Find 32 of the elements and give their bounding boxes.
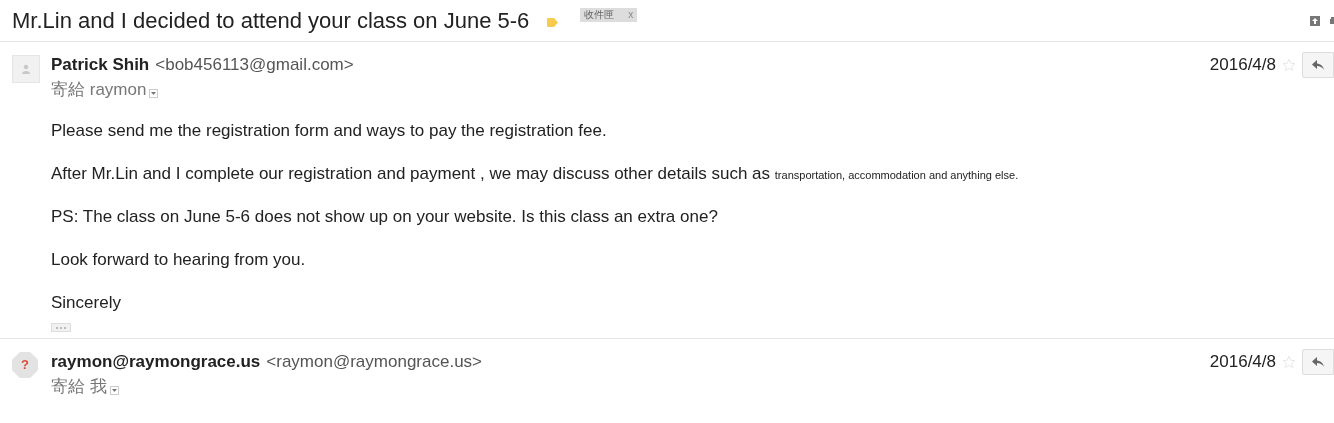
print-icon[interactable]: [1330, 15, 1334, 26]
reply-button[interactable]: [1302, 52, 1334, 78]
label-tag-icon: [547, 18, 559, 27]
details-dropdown[interactable]: [149, 88, 159, 98]
label-text: 收件匣: [584, 8, 615, 22]
reply-button[interactable]: [1302, 349, 1334, 375]
sender-name: Patrick Shih: [51, 54, 150, 76]
remove-label-button[interactable]: x: [628, 9, 634, 20]
body-paragraph: Look forward to hearing from you.: [51, 249, 307, 271]
person-icon: [21, 64, 31, 74]
body-paragraph: PS: The class on June 5-6 does not show up on your website. Is this class an extra one?: [51, 206, 719, 228]
star-icon[interactable]: [1282, 58, 1296, 72]
caret-icon: [111, 388, 117, 392]
star-icon[interactable]: [1282, 355, 1296, 369]
ellipsis-icon: [56, 326, 66, 329]
body-paragraph: Please send me the registration form and ways to pay the registration fee.: [51, 120, 608, 142]
recipient-text: 寄給 我: [51, 376, 107, 399]
reply-icon: [1312, 357, 1324, 367]
reply-icon: [1312, 60, 1324, 70]
details-dropdown[interactable]: [109, 385, 119, 395]
new-window-icon[interactable]: [1310, 15, 1320, 26]
sender-name: raymon@raymongrace.us: [51, 351, 261, 373]
sender-email: <raymon@raymongrace.us>: [266, 351, 482, 373]
recipient-text: 寄給 raymon: [51, 79, 147, 102]
sender-email: <bob456113@gmail.com>: [155, 54, 354, 76]
message-date: 2016/4/8: [1209, 54, 1276, 77]
caret-icon: [151, 91, 157, 95]
message-date: 2016/4/8: [1209, 351, 1276, 374]
body-paragraph: Sincerely: [51, 292, 122, 314]
unknown-sender-avatar: ?: [12, 352, 38, 378]
email-subject: Mr.Lin and I decided to attend your class on June 5-6: [12, 7, 530, 35]
body-paragraph: After Mr.Lin and I complete our registration and payment , we may discuss other details such as transportation, accommodation and anything else.: [51, 163, 1020, 185]
